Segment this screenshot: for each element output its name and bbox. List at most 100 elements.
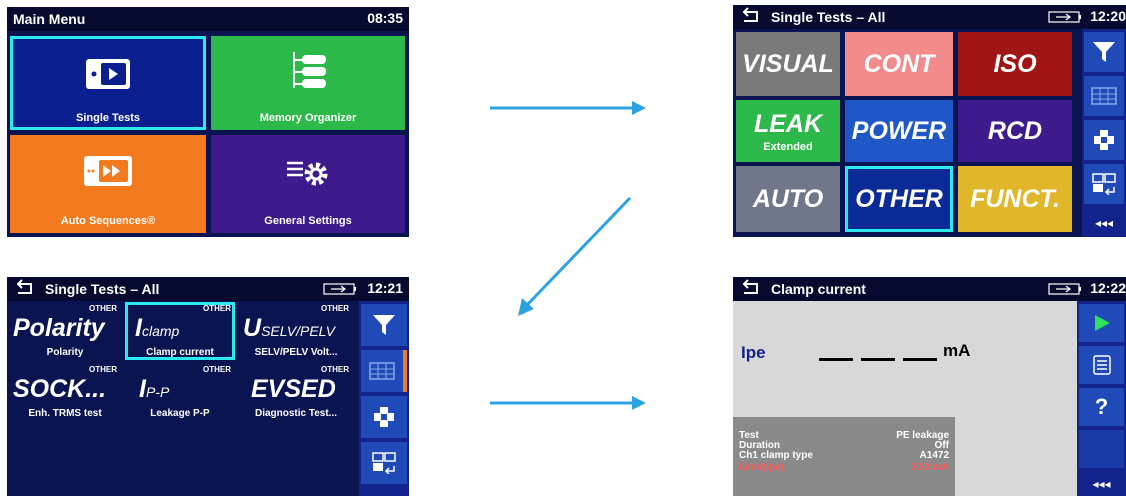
- more-button[interactable]: ◂◂◂: [1079, 472, 1124, 496]
- filter-icon: [373, 315, 395, 335]
- play-icon: [1094, 315, 1110, 331]
- group-label: CONT: [863, 49, 935, 78]
- parameters-panel: Test PE leakage Duration Off Ch1 clamp typ…: [733, 417, 955, 496]
- navigate-button[interactable]: [361, 396, 407, 438]
- help-icon: ?: [1094, 394, 1109, 419]
- test-category: OTHER: [321, 304, 349, 313]
- param-row: Ch1 clamp type A1472: [739, 450, 949, 461]
- group-rcd[interactable]: RCD: [958, 100, 1072, 162]
- page-title: Main Menu: [13, 11, 86, 27]
- title-bar: Clamp current 12:22: [733, 277, 1126, 301]
- test-name: Diagnostic Test...: [254, 408, 338, 419]
- group-leak[interactable]: LEAK Extended: [736, 100, 840, 162]
- test-symbol: Iclamp: [135, 314, 180, 342]
- title-bar: Main Menu 08:35: [7, 7, 409, 31]
- group-label: RCD: [987, 116, 1043, 145]
- result-unit: mA: [943, 341, 971, 360]
- test-selv-pelv[interactable]: OTHER USELV/PELV SELV/PELV Volt...: [239, 302, 353, 360]
- sidebar: ? ◂◂◂: [1077, 301, 1126, 496]
- screen-single-tests-groups: Single Tests – All 12:20 VISUAL CONT ISO…: [733, 5, 1126, 237]
- filter-icon: [1093, 42, 1115, 62]
- test-symbol: USELV/PELV: [243, 314, 336, 342]
- test-symbol: IP-P: [139, 375, 170, 403]
- clock: 12:21: [367, 280, 403, 296]
- help-button[interactable]: ?: [1079, 388, 1124, 426]
- test-name: Polarity: [46, 347, 84, 358]
- back-icon[interactable]: [741, 7, 763, 27]
- test-name: Enh. TRMS test: [28, 408, 102, 419]
- group-sublabel: Extended: [763, 140, 813, 153]
- tile-auto-sequences[interactable]: Auto Sequences®: [10, 135, 206, 233]
- navigate-button[interactable]: [1084, 120, 1124, 160]
- arrow-right-bottom: [490, 396, 646, 410]
- tile-general-settings[interactable]: General Settings: [211, 135, 405, 233]
- switch-view-icon: [372, 452, 396, 474]
- battery-icon: [323, 283, 356, 295]
- view-grid-button[interactable]: [361, 350, 407, 392]
- test-category: OTHER: [89, 304, 117, 313]
- group-label: ISO: [993, 49, 1037, 78]
- more-icon: ◂◂◂: [1092, 477, 1111, 491]
- more-button[interactable]: ◂◂◂: [1084, 211, 1124, 235]
- group-label: FUNCT.: [970, 184, 1060, 213]
- page-title: Clamp current: [771, 281, 866, 297]
- group-other[interactable]: OTHER: [845, 166, 953, 232]
- settings-icon: [285, 157, 331, 192]
- empty-button: [1079, 430, 1124, 468]
- back-icon[interactable]: [15, 279, 37, 299]
- test-evsed[interactable]: OTHER EVSED Diagnostic Test...: [239, 363, 353, 421]
- screen-single-tests-other: Single Tests – All 12:21 OTHER Polarity …: [7, 277, 409, 496]
- test-symbol: SOCK...: [13, 375, 107, 403]
- test-socket[interactable]: OTHER SOCK... Enh. TRMS test: [9, 363, 121, 421]
- group-label: LEAK: [753, 109, 823, 138]
- page-title: Single Tests – All: [771, 9, 886, 25]
- switch-view-button[interactable]: [1084, 164, 1124, 204]
- group-label: VISUAL: [742, 49, 834, 78]
- test-leakage-pp[interactable]: OTHER IP-P Leakage P-P: [125, 363, 235, 421]
- battery-icon: [1048, 11, 1081, 23]
- tile-label: Auto Sequences®: [60, 215, 156, 227]
- back-icon[interactable]: [741, 279, 763, 299]
- screen-main-menu: Main Menu 08:35 Single Tests Memory Orga…: [7, 7, 409, 237]
- arrow-right-top: [490, 101, 646, 115]
- more-button[interactable]: ◂◂◂: [361, 488, 407, 496]
- tile-single-tests[interactable]: Single Tests: [10, 36, 206, 130]
- view-grid-button[interactable]: [1084, 76, 1124, 116]
- battery-icon: [1048, 283, 1081, 295]
- group-visual[interactable]: VISUAL: [736, 32, 840, 96]
- options-button[interactable]: [1079, 346, 1124, 384]
- param-row-limit: Limit(Ipe) 3.50 mA: [739, 462, 949, 473]
- more-icon: ◂◂◂: [1094, 216, 1114, 230]
- group-cont[interactable]: CONT: [845, 32, 953, 96]
- clock: 08:35: [367, 10, 403, 26]
- group-label: OTHER: [855, 184, 943, 213]
- group-label: POWER: [851, 116, 947, 145]
- title-bar: Single Tests – All 12:21: [7, 277, 409, 301]
- clock: 12:22: [1090, 280, 1126, 296]
- test-name: Leakage P-P: [150, 408, 210, 419]
- sidebar: ◂◂◂: [359, 301, 409, 496]
- test-name: Clamp current: [146, 347, 214, 358]
- test-category: OTHER: [203, 304, 231, 313]
- sidebar: ◂◂◂: [1082, 29, 1126, 237]
- group-funct[interactable]: FUNCT.: [958, 166, 1072, 232]
- tile-label: General Settings: [264, 215, 352, 227]
- test-polarity[interactable]: OTHER Polarity Polarity: [9, 302, 121, 360]
- tile-label: Single Tests: [76, 112, 140, 124]
- test-clamp-current[interactable]: OTHER Iclamp Clamp current: [125, 302, 235, 360]
- single-tests-icon: [85, 58, 131, 93]
- group-label: AUTO: [752, 184, 824, 213]
- switch-view-icon: [1092, 173, 1116, 195]
- tile-memory-organizer[interactable]: Memory Organizer: [211, 36, 405, 130]
- switch-view-button[interactable]: [361, 442, 407, 484]
- group-iso[interactable]: ISO: [958, 32, 1072, 96]
- group-auto[interactable]: AUTO: [736, 166, 840, 232]
- grid-view-icon: [369, 362, 395, 380]
- memory-organizer-icon: [288, 50, 328, 97]
- group-power[interactable]: POWER: [845, 100, 953, 162]
- filter-button[interactable]: [1084, 32, 1124, 72]
- filter-button[interactable]: [361, 304, 407, 346]
- start-button[interactable]: [1079, 304, 1124, 342]
- title-bar: Single Tests – All 12:20: [733, 5, 1126, 29]
- page-title: Single Tests – All: [45, 281, 160, 297]
